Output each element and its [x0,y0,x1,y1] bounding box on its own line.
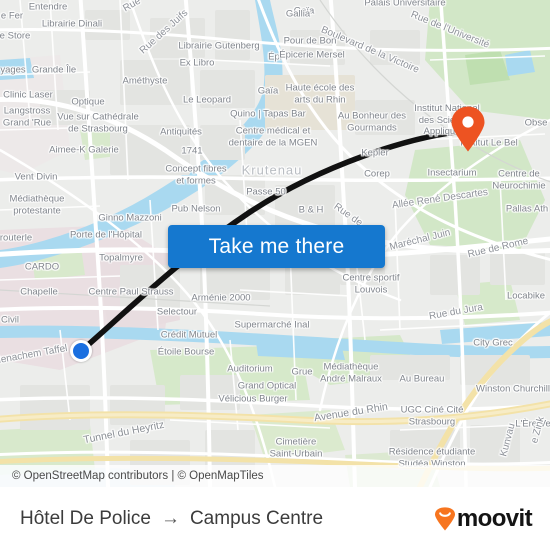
take-me-there-button[interactable]: Take me there [168,225,385,268]
moovit-wordmark: moovit [456,504,533,532]
route-summary: Hôtel De Police → Campus Centre [20,508,434,530]
destination-pin-icon [451,106,485,152]
moovit-pin-icon [434,506,455,530]
footer-bar: Hôtel De Police → Campus Centre moovit [0,487,550,550]
map-canvas[interactable]: Entendre e Fer Librairie Dinali e Store Rue R… [0,0,550,487]
arrow-right-icon: → [160,508,180,529]
moovit-logo[interactable]: moovit [434,504,533,532]
map-attribution[interactable]: © OpenStreetMap contributors | © OpenMap… [0,465,550,487]
route-destination-label: Campus Centre [189,507,324,529]
route-origin-label: Hôtel De Police [20,507,151,529]
destination-marker[interactable] [450,106,486,157]
moovit-route-screenshot: Entendre e Fer Librairie Dinali e Store Rue R… [0,0,550,550]
origin-marker[interactable] [70,340,92,362]
